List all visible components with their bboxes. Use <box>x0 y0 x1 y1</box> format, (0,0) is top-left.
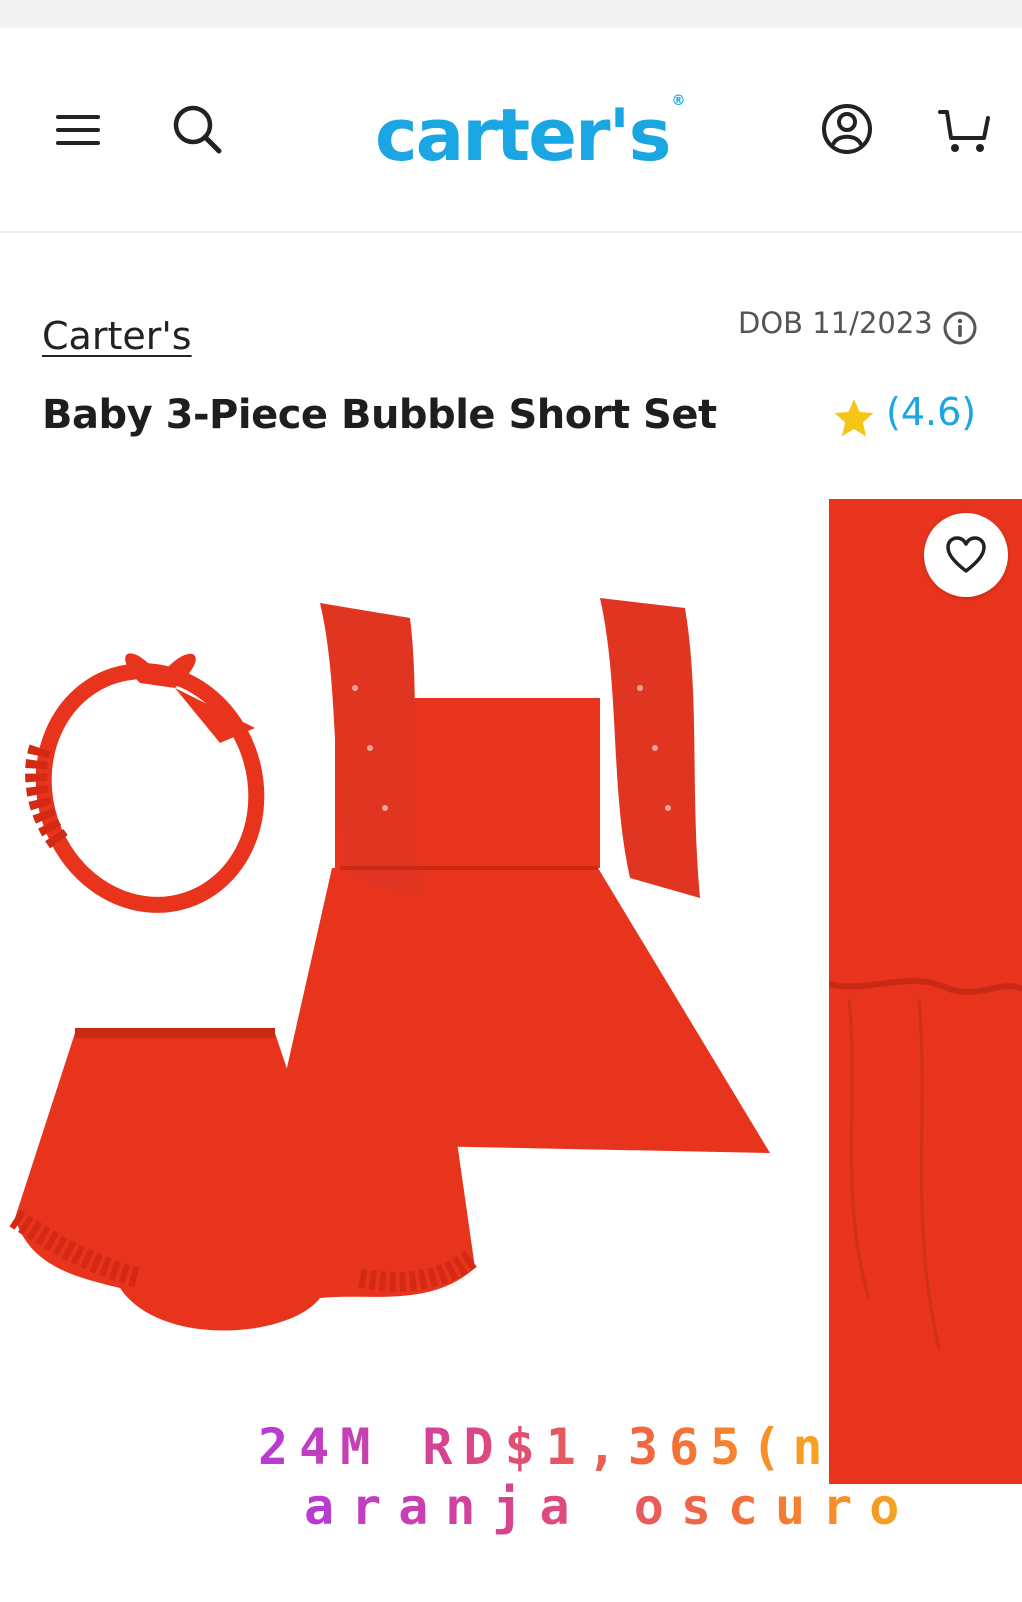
star-icon <box>834 399 874 437</box>
secondary-product-image[interactable] <box>829 499 1022 1484</box>
registered-mark: ® <box>671 93 686 109</box>
search-icon[interactable] <box>170 102 224 156</box>
overlay-text-line1: 24M RD$1,365(n <box>258 1418 834 1476</box>
brand-link[interactable]: Carter's <box>42 314 192 358</box>
carters-logo[interactable]: carter's ® <box>375 86 705 177</box>
site-header: carter's ® <box>0 28 1022 233</box>
product-rating[interactable]: (4.6) <box>886 390 976 434</box>
info-icon[interactable] <box>942 310 978 346</box>
product-title: Baby 3-Piece Bubble Short Set <box>42 392 717 438</box>
cart-icon[interactable] <box>938 106 990 154</box>
account-icon[interactable] <box>820 102 874 156</box>
product-image[interactable] <box>0 488 800 1448</box>
heart-icon <box>946 536 986 573</box>
overlay-text-line2: aranja oscuro <box>304 1478 917 1536</box>
dob-label: DOB 11/2023 <box>738 306 933 340</box>
favorite-button[interactable] <box>924 513 1008 597</box>
top-illustration <box>270 598 770 1153</box>
status-strip <box>0 0 1022 28</box>
fabric-texture <box>829 978 1022 1350</box>
hamburger-menu-icon[interactable] <box>54 111 102 149</box>
logo-text: carter's <box>375 93 671 177</box>
headband-illustration <box>25 653 265 913</box>
